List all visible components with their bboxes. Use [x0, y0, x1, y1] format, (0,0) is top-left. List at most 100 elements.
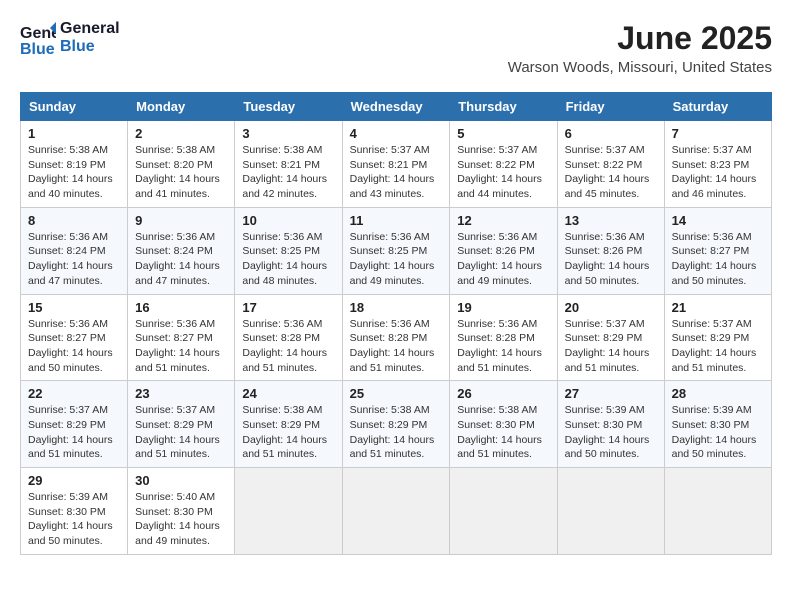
- day-number: 13: [565, 213, 657, 228]
- logo-icon: General Blue: [20, 20, 56, 56]
- day-number: 19: [457, 300, 549, 315]
- calendar-cell: 6Sunrise: 5:37 AMSunset: 8:22 PMDaylight…: [557, 121, 664, 208]
- day-info: Sunrise: 5:36 AMSunset: 8:24 PMDaylight:…: [28, 231, 113, 287]
- column-header-sunday: Sunday: [21, 93, 128, 121]
- day-info: Sunrise: 5:36 AMSunset: 8:28 PMDaylight:…: [242, 318, 327, 374]
- day-number: 11: [350, 213, 443, 228]
- day-number: 28: [672, 386, 764, 401]
- calendar-cell: 4Sunrise: 5:37 AMSunset: 8:21 PMDaylight…: [342, 121, 450, 208]
- calendar-week-5: 29 Sunrise: 5:39 AMSunset: 8:30 PMDayligh…: [21, 468, 772, 555]
- day-info: Sunrise: 5:39 AMSunset: 8:30 PMDaylight:…: [565, 404, 650, 460]
- calendar-cell: [664, 468, 771, 555]
- column-header-wednesday: Wednesday: [342, 93, 450, 121]
- month-title: June 2025: [508, 20, 772, 57]
- day-number: 20: [565, 300, 657, 315]
- calendar-cell: [450, 468, 557, 555]
- calendar-cell: 14 Sunrise: 5:36 AMSunset: 8:27 PMDayligh…: [664, 207, 771, 294]
- calendar-cell: 24Sunrise: 5:38 AMSunset: 8:29 PMDayligh…: [235, 381, 342, 468]
- calendar-cell: 18 Sunrise: 5:36 AMSunset: 8:28 PMDayligh…: [342, 294, 450, 381]
- day-info: Sunrise: 5:40 AMSunset: 8:30 PMDaylight:…: [135, 491, 220, 547]
- calendar-cell: 16Sunrise: 5:36 AMSunset: 8:27 PMDayligh…: [128, 294, 235, 381]
- day-number: 16: [135, 300, 227, 315]
- day-info: Sunrise: 5:38 AMSunset: 8:29 PMDaylight:…: [242, 404, 327, 460]
- day-number: 5: [457, 126, 549, 141]
- day-info: Sunrise: 5:38 AMSunset: 8:30 PMDaylight:…: [457, 404, 542, 460]
- calendar-cell: 17 Sunrise: 5:36 AMSunset: 8:28 PMDayligh…: [235, 294, 342, 381]
- day-info: Sunrise: 5:36 AMSunset: 8:25 PMDaylight:…: [350, 231, 435, 287]
- day-number: 26: [457, 386, 549, 401]
- calendar-cell: 10 Sunrise: 5:36 AMSunset: 8:25 PMDayligh…: [235, 207, 342, 294]
- day-info: Sunrise: 5:38 AMSunset: 8:29 PMDaylight:…: [350, 404, 435, 460]
- day-number: 15: [28, 300, 120, 315]
- day-number: 14: [672, 213, 764, 228]
- day-info: Sunrise: 5:38 AMSunset: 8:20 PMDaylight:…: [135, 144, 220, 200]
- day-number: 27: [565, 386, 657, 401]
- day-number: 29: [28, 473, 120, 488]
- day-info: Sunrise: 5:36 AMSunset: 8:28 PMDaylight:…: [350, 318, 435, 374]
- calendar-cell: [557, 468, 664, 555]
- page-header: General Blue General Blue June 2025 Wars…: [20, 20, 772, 76]
- day-info: Sunrise: 5:38 AMSunset: 8:19 PMDaylight:…: [28, 144, 113, 200]
- calendar-cell: 22 Sunrise: 5:37 AMSunset: 8:29 PMDayligh…: [21, 381, 128, 468]
- calendar-cell: 27 Sunrise: 5:39 AMSunset: 8:30 PMDayligh…: [557, 381, 664, 468]
- day-info: Sunrise: 5:38 AMSunset: 8:21 PMDaylight:…: [242, 144, 327, 200]
- day-number: 3: [242, 126, 334, 141]
- calendar-cell: 8Sunrise: 5:36 AMSunset: 8:24 PMDaylight…: [21, 207, 128, 294]
- day-info: Sunrise: 5:37 AMSunset: 8:22 PMDaylight:…: [565, 144, 650, 200]
- day-number: 1: [28, 126, 120, 141]
- day-info: Sunrise: 5:37 AMSunset: 8:29 PMDaylight:…: [565, 318, 650, 374]
- day-number: 21: [672, 300, 764, 315]
- day-info: Sunrise: 5:36 AMSunset: 8:26 PMDaylight:…: [565, 231, 650, 287]
- day-info: Sunrise: 5:36 AMSunset: 8:26 PMDaylight:…: [457, 231, 542, 287]
- column-header-tuesday: Tuesday: [235, 93, 342, 121]
- day-info: Sunrise: 5:36 AMSunset: 8:27 PMDaylight:…: [672, 231, 757, 287]
- day-info: Sunrise: 5:37 AMSunset: 8:22 PMDaylight:…: [457, 144, 542, 200]
- column-header-thursday: Thursday: [450, 93, 557, 121]
- calendar-cell: 13 Sunrise: 5:36 AMSunset: 8:26 PMDayligh…: [557, 207, 664, 294]
- column-header-saturday: Saturday: [664, 93, 771, 121]
- calendar-cell: 21 Sunrise: 5:37 AMSunset: 8:29 PMDayligh…: [664, 294, 771, 381]
- day-info: Sunrise: 5:36 AMSunset: 8:28 PMDaylight:…: [457, 318, 542, 374]
- day-info: Sunrise: 5:37 AMSunset: 8:29 PMDaylight:…: [135, 404, 220, 460]
- calendar-cell: 15 Sunrise: 5:36 AMSunset: 8:27 PMDayligh…: [21, 294, 128, 381]
- day-number: 10: [242, 213, 334, 228]
- logo-line1: General: [60, 20, 120, 38]
- calendar-cell: 11 Sunrise: 5:36 AMSunset: 8:25 PMDayligh…: [342, 207, 450, 294]
- day-number: 23: [135, 386, 227, 401]
- logo-line2: Blue: [60, 38, 120, 56]
- calendar-table: SundayMondayTuesdayWednesdayThursdayFrid…: [20, 92, 772, 555]
- calendar-cell: 3 Sunrise: 5:38 AMSunset: 8:21 PMDaylight…: [235, 121, 342, 208]
- calendar-cell: 30Sunrise: 5:40 AMSunset: 8:30 PMDayligh…: [128, 468, 235, 555]
- day-info: Sunrise: 5:37 AMSunset: 8:29 PMDaylight:…: [672, 318, 757, 374]
- calendar-cell: 9Sunrise: 5:36 AMSunset: 8:24 PMDaylight…: [128, 207, 235, 294]
- svg-text:Blue: Blue: [20, 41, 55, 56]
- day-info: Sunrise: 5:39 AMSunset: 8:30 PMDaylight:…: [28, 491, 113, 547]
- calendar-week-3: 15 Sunrise: 5:36 AMSunset: 8:27 PMDayligh…: [21, 294, 772, 381]
- calendar-cell: 5 Sunrise: 5:37 AMSunset: 8:22 PMDaylight…: [450, 121, 557, 208]
- calendar-cell: 1 Sunrise: 5:38 AMSunset: 8:19 PMDaylight…: [21, 121, 128, 208]
- day-number: 12: [457, 213, 549, 228]
- calendar-cell: 19 Sunrise: 5:36 AMSunset: 8:28 PMDayligh…: [450, 294, 557, 381]
- day-number: 22: [28, 386, 120, 401]
- calendar-cell: 23 Sunrise: 5:37 AMSunset: 8:29 PMDayligh…: [128, 381, 235, 468]
- calendar-cell: 28 Sunrise: 5:39 AMSunset: 8:30 PMDayligh…: [664, 381, 771, 468]
- day-info: Sunrise: 5:37 AMSunset: 8:23 PMDaylight:…: [672, 144, 757, 200]
- calendar-cell: 26 Sunrise: 5:38 AMSunset: 8:30 PMDayligh…: [450, 381, 557, 468]
- calendar-cell: 20 Sunrise: 5:37 AMSunset: 8:29 PMDayligh…: [557, 294, 664, 381]
- calendar-week-1: 1 Sunrise: 5:38 AMSunset: 8:19 PMDaylight…: [21, 121, 772, 208]
- location: Warson Woods, Missouri, United States: [508, 59, 772, 76]
- calendar-week-4: 22 Sunrise: 5:37 AMSunset: 8:29 PMDayligh…: [21, 381, 772, 468]
- calendar-cell: [235, 468, 342, 555]
- day-number: 17: [242, 300, 334, 315]
- column-header-friday: Friday: [557, 93, 664, 121]
- calendar-cell: 2 Sunrise: 5:38 AMSunset: 8:20 PMDaylight…: [128, 121, 235, 208]
- day-number: 2: [135, 126, 227, 141]
- day-info: Sunrise: 5:37 AMSunset: 8:29 PMDaylight:…: [28, 404, 113, 460]
- day-number: 18: [350, 300, 443, 315]
- day-info: Sunrise: 5:36 AMSunset: 8:25 PMDaylight:…: [242, 231, 327, 287]
- calendar-cell: 7Sunrise: 5:37 AMSunset: 8:23 PMDaylight…: [664, 121, 771, 208]
- logo: General Blue General Blue: [20, 20, 120, 56]
- day-info: Sunrise: 5:36 AMSunset: 8:27 PMDaylight:…: [28, 318, 113, 374]
- title-section: June 2025 Warson Woods, Missouri, United…: [508, 20, 772, 76]
- day-info: Sunrise: 5:39 AMSunset: 8:30 PMDaylight:…: [672, 404, 757, 460]
